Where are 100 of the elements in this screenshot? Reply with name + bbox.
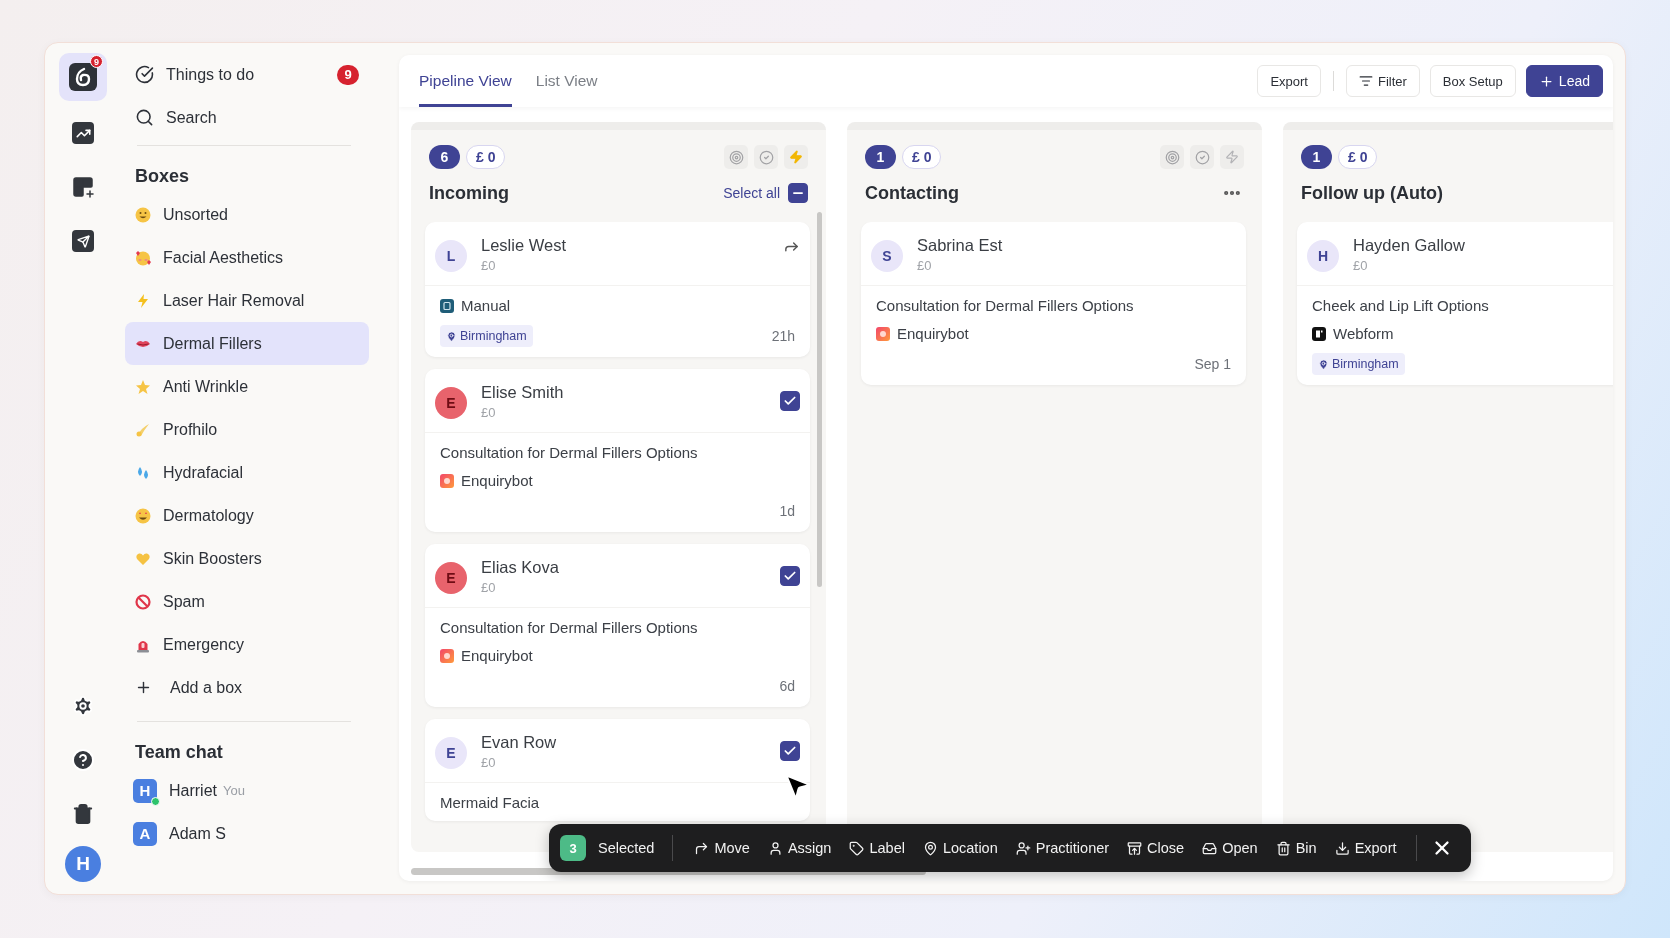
card-checkbox[interactable] (780, 391, 800, 411)
add-box-item[interactable]: Add a box (125, 666, 369, 709)
select-all-checkbox[interactable] (788, 183, 808, 203)
column-title: Follow up (Auto) (1301, 182, 1444, 204)
export-button[interactable]: Export (1257, 65, 1321, 97)
lead-age: Sep 1 (1194, 356, 1231, 372)
lead-source: Enquirybot (461, 472, 533, 489)
selected-count: 3 (560, 835, 586, 861)
chat-member[interactable]: A Adam S (125, 812, 391, 855)
star-icon (135, 378, 151, 395)
lead-name: Elias Kova (481, 558, 560, 577)
user-icon (767, 840, 783, 856)
box-item[interactable]: Unsorted (125, 193, 369, 236)
location-tag[interactable]: Birmingham (1312, 353, 1405, 375)
box-item[interactable]: Dermal Fillers (125, 322, 369, 365)
bulk-action-button[interactable]: Open (1193, 831, 1267, 865)
card-checkbox[interactable] (780, 741, 800, 761)
box-item[interactable]: Laser Hair Removal (125, 279, 369, 322)
box-item[interactable]: Profhilo (125, 408, 369, 451)
nav-label: Search (166, 108, 218, 127)
lead-source: Manual (461, 297, 511, 314)
form-icon (1312, 326, 1326, 341)
scrollbar[interactable] (817, 212, 822, 587)
search-item[interactable]: Search (125, 96, 369, 139)
box-item[interactable]: Anti Wrinkle (125, 365, 369, 408)
lead-avatar: H (1307, 240, 1339, 272)
search-icon (135, 108, 154, 127)
check-circle-icon (135, 65, 154, 84)
bulk-action-button[interactable]: Label (840, 831, 914, 865)
lightning-icon (135, 292, 151, 309)
view-tab[interactable]: Pipeline View (419, 55, 512, 107)
lead-source: Webform (1333, 325, 1394, 342)
lead-amount: £0 (481, 405, 497, 420)
section-title: Boxes (134, 165, 191, 188)
lead-age: 1d (779, 503, 795, 519)
bulk-action-button[interactable]: Practitioner (1006, 831, 1119, 865)
count-pill: 1 (865, 145, 896, 169)
box-item[interactable]: Emergency (125, 623, 369, 666)
app-logo[interactable]: 9 (59, 53, 107, 101)
star-eyes-face-icon (135, 507, 151, 524)
lead-avatar: E (435, 387, 467, 419)
box-item[interactable]: Spam (125, 580, 369, 623)
lead-source: Enquirybot (897, 325, 969, 342)
lead-name: Hayden Gallow (1353, 236, 1466, 255)
download-icon (1334, 840, 1350, 856)
box-setup-button[interactable]: Box Setup (1429, 65, 1516, 97)
check-icon (783, 394, 797, 408)
lead-age: 6d (779, 678, 795, 694)
count-pill: 1 (1301, 145, 1332, 169)
count-badge: 9 (337, 64, 359, 85)
box-item[interactable]: Facial Aesthetics (125, 236, 369, 279)
lead-age: 21h (771, 328, 795, 344)
lead-name: Evan Row (481, 733, 558, 752)
lead-avatar: S (871, 240, 903, 272)
card-checkbox[interactable] (780, 566, 800, 586)
box-item[interactable]: Hydrafacial (125, 451, 369, 494)
value-pill: £ 0 (902, 145, 942, 169)
chat-member[interactable]: H Harriet You (125, 769, 391, 812)
bulk-action-button[interactable]: Bin (1266, 831, 1326, 865)
check-icon (783, 744, 797, 758)
blushing-face-icon (135, 249, 151, 266)
lead-name: Elise Smith (481, 383, 565, 402)
chat-bot-icon (440, 473, 454, 488)
archive-icon (1127, 840, 1143, 856)
box-item[interactable]: Dermatology (125, 494, 369, 537)
value-pill: £ 0 (466, 145, 506, 169)
box-item[interactable]: Skin Boosters (125, 537, 369, 580)
bulk-action-button[interactable]: Assign (758, 831, 841, 865)
lead-source: Enquirybot (461, 647, 533, 664)
filter-icon (1358, 74, 1373, 88)
selected-label: Selected (598, 840, 655, 856)
user-avatar[interactable]: H (65, 846, 101, 882)
bulk-action-button[interactable]: Export (1325, 831, 1406, 865)
lead-card[interactable]: E Evan Row £0 Mermaid Facia (425, 719, 810, 821)
lead-name: Leslie West (481, 236, 567, 255)
pin-icon (446, 330, 457, 342)
bulk-action-button[interactable]: Close (1118, 831, 1194, 865)
lead-card[interactable]: S Sabrina Est £0 Consultation for Dermal Fillers Options Enquirybot Sep 1 (861, 222, 1246, 385)
bulk-action-button[interactable]: Location (913, 831, 1007, 865)
filter-button[interactable]: Filter (1345, 65, 1420, 97)
member-note: You (223, 783, 245, 798)
notification-badge: 9 (90, 55, 103, 68)
chat-bot-icon (440, 648, 454, 663)
pin-icon (922, 840, 938, 856)
lead-card[interactable]: E Elise Smith £0 Consultation for Dermal Fillers Options Enquirybot 1d (425, 369, 810, 532)
view-tab[interactable]: List View (535, 55, 598, 107)
lead-card[interactable]: L Leslie West £0 Manual Birmingham 21h (425, 222, 810, 357)
value-pill: £ 0 (1338, 145, 1378, 169)
select-all-link[interactable]: Select all (723, 185, 780, 201)
lead-amount: £0 (1353, 258, 1369, 273)
lead-card[interactable]: E Elias Kova £0 Consultation for Dermal Fillers Options Enquirybot 6d (425, 544, 810, 707)
things-to-do-item[interactable]: Things to do 9 (125, 53, 369, 96)
pin-icon (1318, 358, 1329, 370)
prohibited-icon (135, 593, 151, 610)
lead-card[interactable]: H Hayden Gallow £0 Cheek and Lip Lift Options Webform Birmingham (1297, 222, 1613, 385)
check-icon (783, 569, 797, 583)
location-tag[interactable]: Birmingham (440, 325, 533, 347)
bulk-action-button[interactable]: Move (685, 831, 759, 865)
add-lead-button[interactable]: Lead (1525, 65, 1603, 97)
lead-amount: £0 (481, 258, 497, 273)
